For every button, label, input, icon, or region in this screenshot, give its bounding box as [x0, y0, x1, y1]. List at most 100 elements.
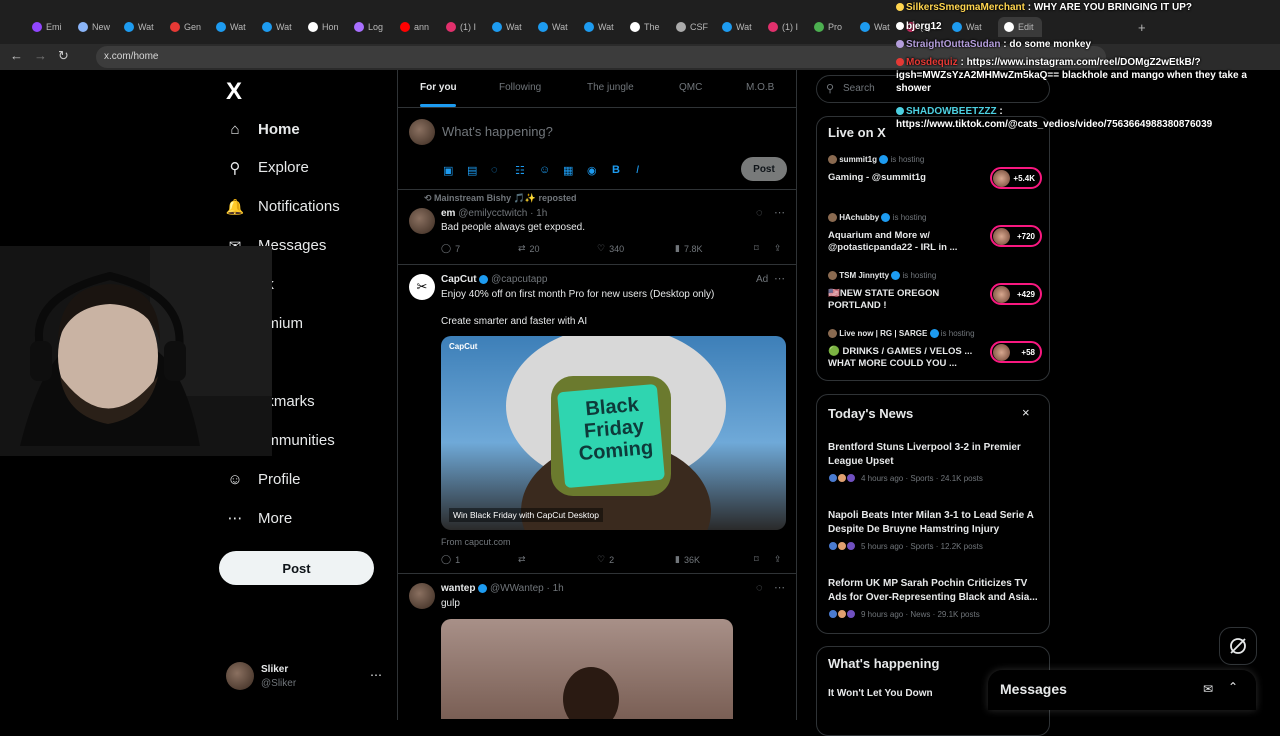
reply-button[interactable]: ◯ 1 [441, 554, 460, 565]
reload-icon[interactable]: ↻ [58, 48, 69, 64]
browser-tab[interactable]: CSF [676, 17, 720, 37]
nav-item-profile[interactable]: ☺ Profile [226, 465, 300, 493]
back-icon[interactable]: ← [10, 48, 23, 63]
composer-input[interactable]: What's happening? [442, 124, 553, 139]
browser-tab[interactable]: Wat [538, 17, 582, 37]
tab-label: Emi [46, 22, 62, 32]
post-button[interactable]: Post [219, 551, 374, 585]
close-icon[interactable]: × [1022, 405, 1030, 420]
tab-label: New [92, 22, 111, 32]
ad-source-link[interactable]: From capcut.com [441, 537, 511, 547]
share-icon[interactable]: ⇪ [774, 554, 782, 565]
nav-item-more[interactable]: ⋯ More [226, 504, 293, 532]
live-broadcast-item[interactable]: Live now | RG | SARGE is hosting 🟢 DRINKS… [828, 329, 1042, 373]
gif-icon[interactable]: ▤ [467, 164, 477, 177]
nav-item-explore[interactable]: ⚲ Explore [226, 154, 309, 182]
nav-item-home[interactable]: ⌂ Home [226, 115, 299, 143]
tab-qmc[interactable]: QMC [679, 82, 702, 93]
tab-for-you[interactable]: For you [420, 82, 457, 93]
avatar[interactable] [409, 583, 435, 609]
browser-tab[interactable]: Emi [32, 17, 76, 37]
nav-item-notifications[interactable]: 🔔 Notifications [226, 193, 340, 221]
more-icon[interactable]: ⋯ [774, 581, 785, 594]
emoji-icon[interactable]: ☺ [539, 164, 550, 176]
account-switcher[interactable]: Sliker @Sliker ⋯ [226, 662, 386, 694]
grok-icon[interactable]: ◌ [491, 164, 498, 176]
more-icon[interactable]: ⋯ [774, 206, 785, 219]
reply-button[interactable]: ◯ 7 [441, 243, 460, 254]
tab-favicon-icon [400, 22, 410, 32]
avatar[interactable] [409, 208, 435, 234]
more-icon[interactable]: ⋯ [774, 272, 785, 285]
poll-icon[interactable]: ☷ [515, 164, 525, 177]
image-icon[interactable]: ▣ [443, 164, 453, 177]
like-button[interactable]: ♡ 340 [597, 243, 624, 254]
browser-tab[interactable]: Wat [262, 17, 306, 37]
composer-post-button[interactable]: Post [741, 157, 787, 181]
account-handle: @Sliker [261, 678, 297, 689]
live-broadcast-item[interactable]: TSM Jinnytty is hosting 🇺🇸NEW STATE OREGO… [828, 271, 1042, 315]
repost-button[interactable]: ⇄ [518, 554, 526, 565]
news-item[interactable]: Brentford Stuns Liverpool 3-2 in Premier… [828, 441, 1042, 483]
post[interactable]: ✂ CapCut @capcutapp Ad ⋯ Enjoy 40% off o… [398, 265, 796, 574]
capcut-avatar[interactable]: ✂ [409, 274, 435, 300]
tab-mob[interactable]: M.O.B [746, 82, 774, 93]
post-handle[interactable]: @WWantep [490, 583, 544, 594]
trend-item[interactable]: It Won't Let You Down [828, 687, 933, 701]
chat-text: do some monkey [1009, 39, 1092, 50]
browser-tab[interactable]: (1) I [446, 17, 490, 37]
browser-tab[interactable]: Wat [722, 17, 766, 37]
browser-tab[interactable]: Wat [492, 17, 536, 37]
post-handle[interactable]: @capcutapp [491, 274, 547, 285]
browser-tab[interactable]: Gen [170, 17, 214, 37]
new-message-icon[interactable]: ✉ [1203, 682, 1213, 696]
views-button[interactable]: ▮ 36K [675, 554, 700, 565]
post-author[interactable]: CapCut [441, 274, 477, 285]
ad-image[interactable]: CapCut Black Friday Coming Win Black Fri… [441, 336, 786, 530]
tab-the-jungle[interactable]: The jungle [587, 82, 634, 93]
grok-button[interactable] [1219, 627, 1257, 665]
tab-label: Wat [552, 22, 568, 32]
post[interactable]: ⟲ Mainstream Bishy 🎵✨ reposted em @emily… [398, 190, 796, 265]
host-status: is hosting [902, 271, 937, 280]
italic-icon[interactable]: I [636, 164, 639, 176]
browser-tab[interactable]: Pro [814, 17, 858, 37]
repost-button[interactable]: ⇄ 20 [518, 243, 540, 254]
bold-icon[interactable]: B [612, 164, 620, 176]
location-icon[interactable]: ◉ [587, 164, 597, 177]
schedule-icon[interactable]: ▦ [563, 164, 573, 177]
forward-icon[interactable]: → [34, 48, 47, 63]
post-author[interactable]: em [441, 208, 455, 219]
post-author[interactable]: wantep [441, 583, 475, 594]
bookmark-icon[interactable]: ⌑ [754, 243, 759, 254]
post[interactable]: wantep @WWantep · 1h ◌ ⋯ gulp [398, 574, 796, 720]
post-media[interactable] [441, 619, 733, 719]
messages-drawer[interactable]: Messages ✉ ⌃ [988, 670, 1256, 710]
browser-tab[interactable]: Hon [308, 17, 352, 37]
browser-tab[interactable]: Wat [584, 17, 628, 37]
browser-tab[interactable]: ann [400, 17, 444, 37]
browser-tab[interactable]: (1) I [768, 17, 812, 37]
browser-tab[interactable]: The [630, 17, 674, 37]
x-logo[interactable]: X [226, 78, 242, 106]
expand-icon[interactable]: ⌃ [1228, 680, 1238, 694]
share-icon[interactable]: ⇪ [774, 243, 782, 254]
browser-tab[interactable]: Wat [124, 17, 168, 37]
post-handle[interactable]: @emilycctwitch [458, 208, 527, 219]
browser-tab[interactable]: Log [354, 17, 398, 37]
grok-icon[interactable]: ◌ [756, 582, 763, 594]
news-item[interactable]: Napoli Beats Inter Milan 3-1 to Lead Ser… [828, 509, 1042, 551]
live-broadcast-item[interactable]: summit1g is hosting Gaming - @summit1g +5.… [828, 155, 1042, 199]
news-item[interactable]: Reform UK MP Sarah Pochin Criticizes TV … [828, 577, 1042, 619]
grok-icon[interactable]: ◌ [756, 207, 763, 219]
bookmark-icon[interactable]: ⌑ [754, 554, 759, 565]
search-icon: ⚲ [826, 83, 835, 95]
browser-tab[interactable]: New [78, 17, 122, 37]
browser-tab[interactable]: Wat [216, 17, 260, 37]
tab-following[interactable]: Following [499, 82, 541, 93]
views-button[interactable]: ▮ 7.8K [675, 243, 702, 254]
like-button[interactable]: ♡ 2 [597, 554, 614, 565]
tab-favicon-icon [32, 22, 42, 32]
feed-tabs: For you Following The jungle QMC M.O.B [398, 70, 796, 108]
live-broadcast-item[interactable]: HAchubby is hosting Aquarium and More w/ … [828, 213, 1042, 257]
